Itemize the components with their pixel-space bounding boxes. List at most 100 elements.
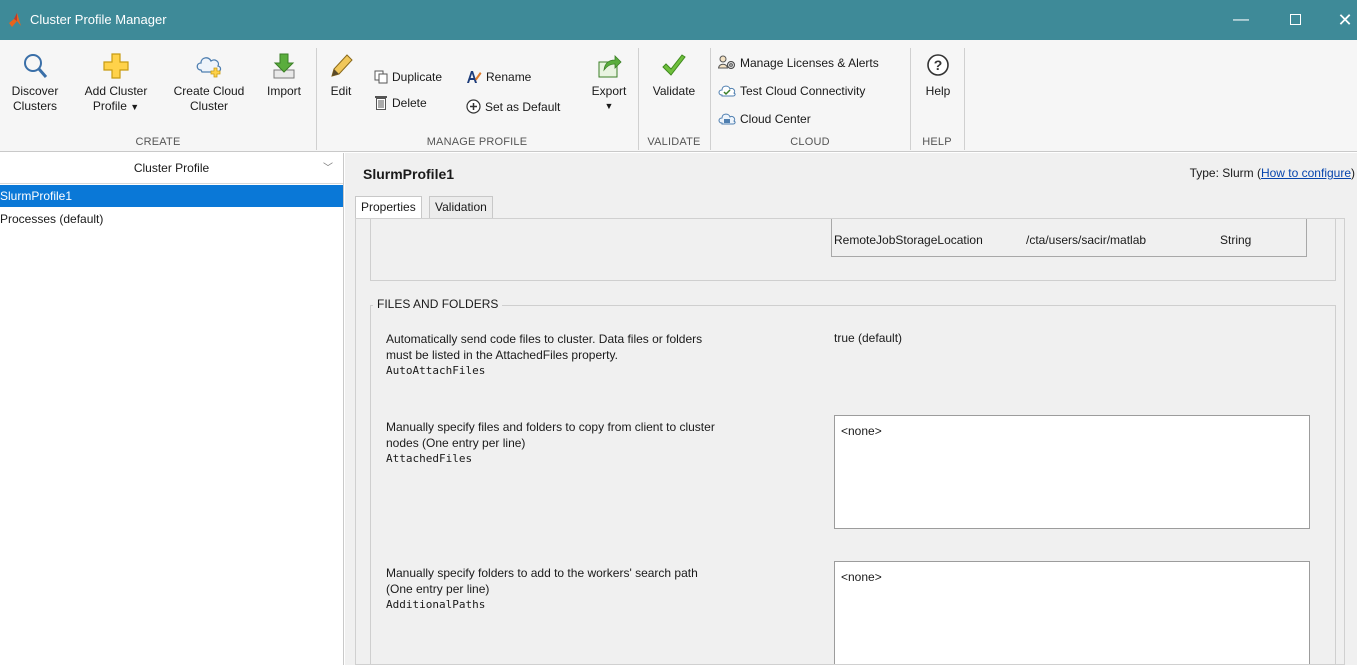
separator: [638, 48, 639, 150]
rename-icon: [467, 71, 482, 83]
remote-storage-value: /cta/users/sacir/matlab: [1026, 233, 1147, 247]
help-group-label: HELP: [922, 136, 952, 148]
cloud-center-label: Cloud Center: [740, 112, 811, 126]
help-label: Help: [925, 84, 951, 98]
how-to-configure-link[interactable]: How to configure: [1261, 166, 1351, 180]
edit-button[interactable]: Edit: [322, 52, 360, 99]
separator: [316, 48, 317, 150]
test-cloud-connectivity-button[interactable]: Test Cloud Connectivity: [718, 82, 865, 100]
test-connectivity-label: Test Cloud Connectivity: [740, 84, 866, 98]
help-button[interactable]: ? Help: [916, 52, 960, 99]
profile-type-text: Type: Slurm (: [1189, 166, 1261, 180]
auto-attach-description: Automatically send code files to cluster…: [386, 331, 796, 379]
maximize-button[interactable]: [1272, 0, 1318, 40]
edit-label: Edit: [330, 84, 352, 98]
profile-title: SlurmProfile1: [363, 166, 455, 182]
auto-attach-prop-name: AutoAttachFiles: [386, 364, 486, 377]
duplicate-icon: [374, 70, 388, 84]
validate-group-label: VALIDATE: [647, 136, 701, 148]
export-label: Export: [591, 84, 627, 98]
discover-clusters-button[interactable]: Discover Clusters: [6, 52, 64, 114]
manage-group-label: MANAGE PROFILE: [426, 136, 528, 148]
profile-list-header[interactable]: Cluster Profile ﹀: [0, 153, 343, 184]
manage-licenses-button[interactable]: Manage Licenses & Alerts: [717, 54, 879, 72]
checkmark-icon: [662, 54, 686, 76]
properties-content: RemoteJobStorageLocation /cta/users/saci…: [355, 218, 1345, 665]
profile-type-close: ): [1351, 166, 1355, 180]
additional-paths-value: <none>: [841, 570, 882, 584]
minimize-icon: —: [1233, 11, 1249, 28]
cloud-center-button[interactable]: Cloud Center: [718, 110, 811, 128]
profile-list-panel: Cluster Profile ﹀ SlurmProfile1 Processe…: [0, 153, 344, 665]
toolstrip: Discover Clusters Add Cluster Profile ▼ …: [0, 40, 1357, 152]
separator: [964, 48, 965, 150]
pencil-icon: [331, 54, 353, 77]
add-cluster-label-1: Add Cluster: [84, 84, 148, 98]
add-cluster-label-2: Profile: [92, 99, 127, 113]
duplicate-label: Duplicate: [392, 70, 443, 84]
remote-storage-name: RemoteJobStorageLocation: [834, 233, 983, 247]
cloud-check-icon: [718, 85, 736, 97]
profile-item-processes[interactable]: Processes (default): [0, 208, 343, 230]
delete-label: Delete: [392, 96, 427, 110]
import-button[interactable]: Import: [258, 52, 310, 99]
chevron-down-icon: ▼: [130, 102, 140, 112]
create-group-label: CREATE: [135, 136, 181, 148]
magnifier-icon: [24, 54, 48, 78]
auto-attach-desc-line1: Automatically send code files to cluster…: [386, 332, 703, 346]
profile-list-header-label: Cluster Profile: [133, 161, 210, 175]
separator: [910, 48, 911, 150]
profile-item-label: Processes (default): [0, 212, 104, 226]
chevron-down-icon: ﹀: [323, 163, 333, 174]
profile-item-slurmprofile1[interactable]: SlurmProfile1: [0, 185, 343, 207]
additional-paths-description: Manually specify folders to add to the w…: [386, 565, 796, 613]
remote-storage-row[interactable]: RemoteJobStorageLocation /cta/users/saci…: [831, 219, 1307, 257]
attached-files-prop-name: AttachedFiles: [386, 452, 473, 465]
cloud-group-label: CLOUD: [790, 136, 830, 148]
cloud-center-icon: [718, 113, 736, 125]
rename-button[interactable]: Rename: [466, 68, 531, 86]
trash-icon: [375, 96, 387, 110]
import-icon: [273, 53, 295, 79]
duplicate-button[interactable]: Duplicate: [374, 68, 442, 86]
additional-paths-desc-line2: (One entry per line): [386, 582, 490, 596]
profile-item-label: SlurmProfile1: [0, 189, 73, 203]
discover-label-1: Discover: [11, 84, 59, 98]
manage-licenses-label: Manage Licenses & Alerts: [740, 56, 879, 70]
delete-button[interactable]: Delete: [374, 94, 427, 112]
add-cluster-profile-button[interactable]: Add Cluster Profile ▼: [76, 52, 156, 115]
add-circle-icon: [466, 99, 481, 114]
validate-label: Validate: [652, 84, 696, 98]
close-button[interactable]: ✕: [1322, 0, 1357, 40]
tab-properties[interactable]: Properties: [355, 196, 422, 219]
cloud-add-icon: [196, 57, 222, 78]
set-as-default-button[interactable]: Set as Default: [466, 98, 560, 116]
attached-files-value: <none>: [841, 424, 882, 438]
svg-text:?: ?: [934, 57, 943, 73]
separator: [710, 48, 711, 150]
remote-storage-type: String: [1220, 233, 1252, 247]
create-cloud-cluster-button[interactable]: Create Cloud Cluster: [166, 52, 252, 114]
attached-files-desc-line1: Manually specify files and folders to co…: [386, 420, 715, 434]
validate-button[interactable]: Validate: [642, 52, 706, 99]
attached-files-textarea[interactable]: <none>: [834, 415, 1310, 529]
additional-paths-textarea[interactable]: <none>: [834, 561, 1310, 664]
rename-label: Rename: [486, 70, 532, 84]
chevron-down-icon: ▼: [604, 101, 614, 111]
export-icon: [598, 55, 622, 78]
auto-attach-value: true (default): [834, 331, 903, 345]
minimize-button[interactable]: —: [1218, 0, 1264, 40]
close-icon: ✕: [1337, 10, 1353, 30]
matlab-logo-icon: [9, 13, 21, 27]
additional-paths-prop-name: AdditionalPaths: [386, 598, 486, 611]
maximize-icon: [1289, 14, 1301, 26]
profile-type-info: Type: Slurm (How to configure): [1190, 166, 1355, 180]
add-plus-icon: [103, 53, 129, 79]
tab-validation[interactable]: Validation: [429, 196, 493, 218]
export-button[interactable]: Export ▼: [584, 52, 634, 114]
set-default-label: Set as Default: [485, 100, 561, 114]
auto-attach-desc-line2: must be listed in the AttachedFiles prop…: [386, 348, 618, 362]
profile-detail-panel: SlurmProfile1 Type: Slurm (How to config…: [345, 153, 1357, 665]
users-gear-icon: [717, 55, 735, 69]
additional-paths-desc-line1: Manually specify folders to add to the w…: [386, 566, 698, 580]
